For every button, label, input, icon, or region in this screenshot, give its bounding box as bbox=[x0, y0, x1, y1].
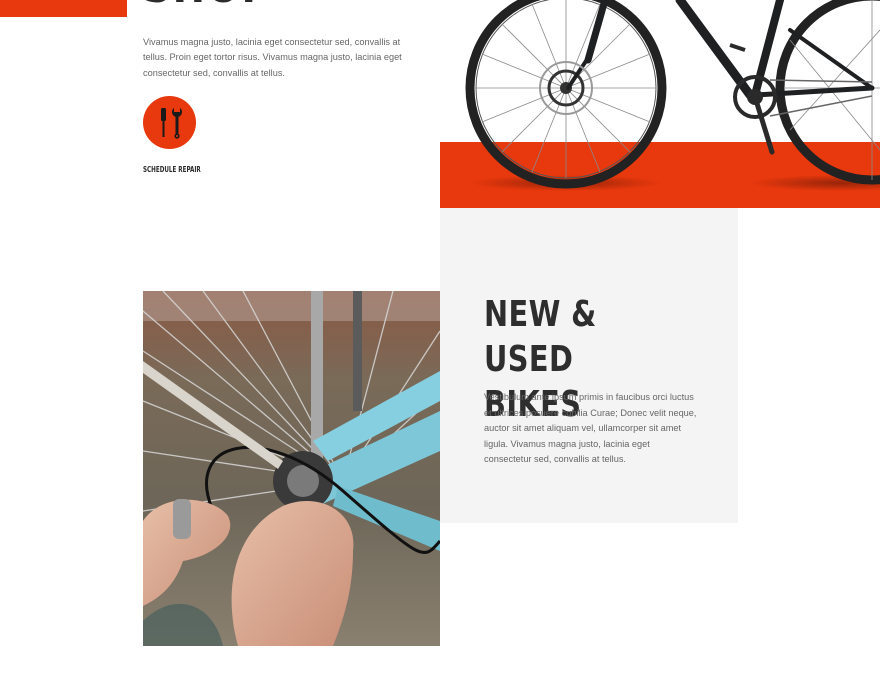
mountain-bike-image bbox=[465, 0, 880, 191]
intro-paragraph: Vivamus magna justo, lacinia eget consec… bbox=[143, 37, 402, 78]
schedule-repair-link[interactable]: Schedule Repair bbox=[143, 165, 201, 174]
repair-tools-icon[interactable] bbox=[143, 96, 196, 149]
bike-repair-photo bbox=[143, 291, 440, 646]
bikes-section-text: Vestibulum ante ipsum primis in faucibus… bbox=[484, 392, 697, 465]
top-accent-bar bbox=[0, 0, 127, 17]
section-heading-cut-off: SHOP bbox=[143, 0, 272, 10]
